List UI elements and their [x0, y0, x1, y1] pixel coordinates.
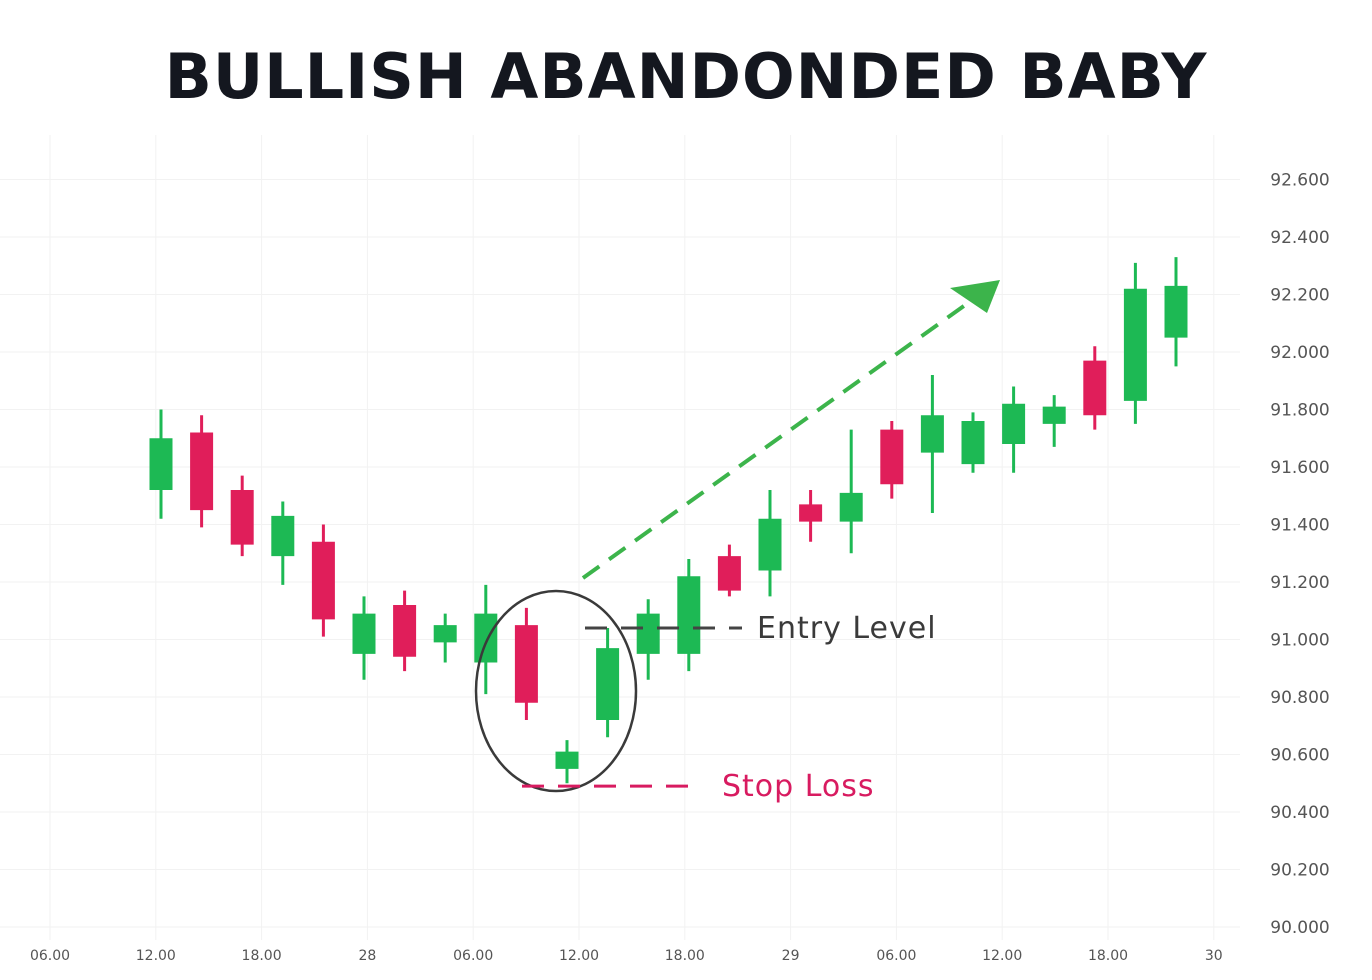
y-tick-label: 91.200	[1270, 573, 1329, 593]
x-tick-label: 12.00	[982, 948, 1022, 964]
candle-body	[149, 438, 173, 490]
entry-level-label: Entry Level	[757, 611, 937, 646]
candle-body	[636, 613, 660, 654]
x-tick-label: 28	[358, 948, 376, 964]
y-axis: 90.000 90.200 90.400 90.600 90.800 91.000 91.2…	[1270, 171, 1329, 939]
x-tick-label: 06.00	[30, 948, 70, 964]
x-tick-label: 06.00	[876, 948, 916, 964]
y-tick-label: 92.000	[1270, 343, 1329, 363]
candle-body	[393, 605, 417, 657]
y-tick-label: 91.800	[1270, 401, 1329, 421]
x-tick-label: 18.00	[665, 948, 705, 964]
y-tick-label: 90.600	[1270, 746, 1329, 766]
candle-body	[758, 518, 782, 571]
candle-body	[433, 625, 457, 643]
y-tick-label: 90.000	[1270, 918, 1329, 938]
x-tick-label: 12.00	[559, 948, 599, 964]
candle-body	[677, 576, 701, 654]
candle-body	[352, 613, 376, 654]
candle-body	[311, 541, 335, 620]
candle-body	[1002, 403, 1026, 444]
candlestick-chart: Entry LevelStop Loss 90.00090.20090.4009…	[0, 135, 1330, 964]
y-tick-label: 92.200	[1270, 286, 1329, 306]
candle-body	[1164, 285, 1188, 338]
y-tick-label: 90.400	[1270, 803, 1329, 823]
candle-body	[839, 492, 863, 522]
x-axis: 06.00 12.00 18.00 28 06.00 12.00 18.00 29 06.00 1…	[30, 948, 1223, 964]
candle-body	[717, 556, 741, 591]
candles	[149, 257, 1188, 784]
x-tick-label: 18.00	[1088, 948, 1128, 964]
candle-body	[1083, 360, 1107, 416]
candle-body	[961, 421, 985, 465]
y-tick-label: 91.400	[1270, 516, 1329, 536]
x-tick-label: 18.00	[242, 948, 282, 964]
y-tick-label: 91.600	[1270, 458, 1329, 478]
x-tick-label: 30	[1205, 948, 1223, 964]
candle-body	[596, 648, 620, 720]
candle-body	[190, 432, 214, 511]
y-tick-label: 92.600	[1270, 171, 1329, 191]
y-tick-label: 90.200	[1270, 861, 1329, 881]
candle-body	[1042, 406, 1066, 424]
candle-body	[920, 415, 944, 453]
x-tick-label: 12.00	[136, 948, 176, 964]
x-tick-label: 06.00	[453, 948, 493, 964]
y-tick-label: 92.400	[1270, 228, 1329, 248]
candle-body	[230, 490, 254, 545]
candle-body	[474, 613, 498, 663]
candle-body	[514, 625, 538, 703]
candle-body	[799, 504, 823, 522]
y-tick-label: 90.800	[1270, 688, 1329, 708]
candle-body	[1123, 288, 1147, 401]
candle-body	[555, 751, 579, 769]
annotations: Entry Level Stop Loss	[474, 280, 1000, 804]
stop-loss-label: Stop Loss	[722, 769, 875, 804]
y-tick-label: 91.000	[1270, 631, 1329, 651]
candle-body	[880, 429, 904, 485]
candle-body	[271, 515, 295, 557]
grid-lines	[0, 135, 1240, 940]
x-tick-label: 29	[782, 948, 800, 964]
